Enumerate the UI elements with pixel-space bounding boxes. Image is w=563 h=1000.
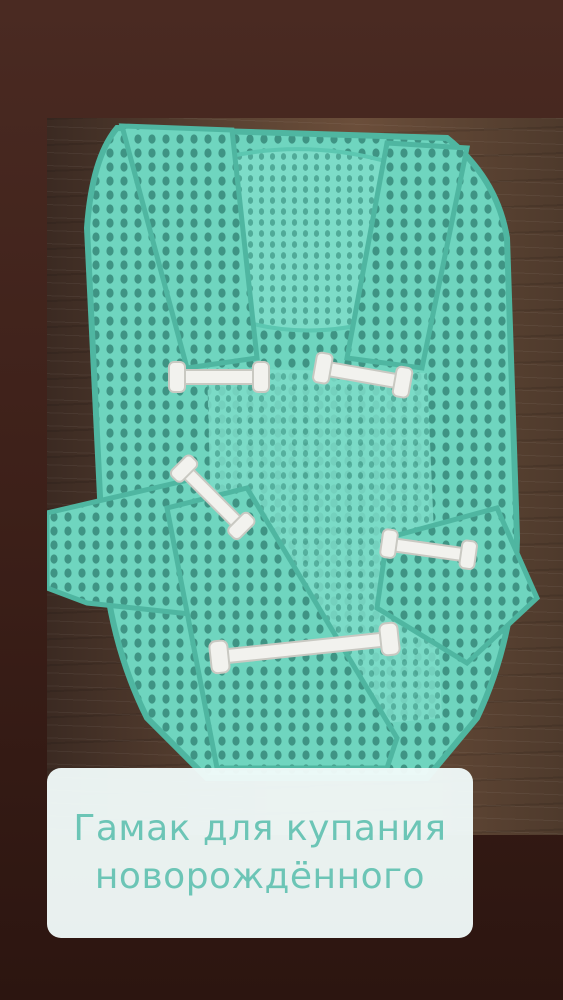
caption-line-2: новорождённого (94, 856, 426, 897)
caption-card: Гамак для купания новорождённого (47, 768, 473, 938)
product-photo (47, 118, 563, 835)
caption-line-1: Гамак для купания (73, 808, 447, 849)
hammock-illustration (47, 123, 541, 781)
